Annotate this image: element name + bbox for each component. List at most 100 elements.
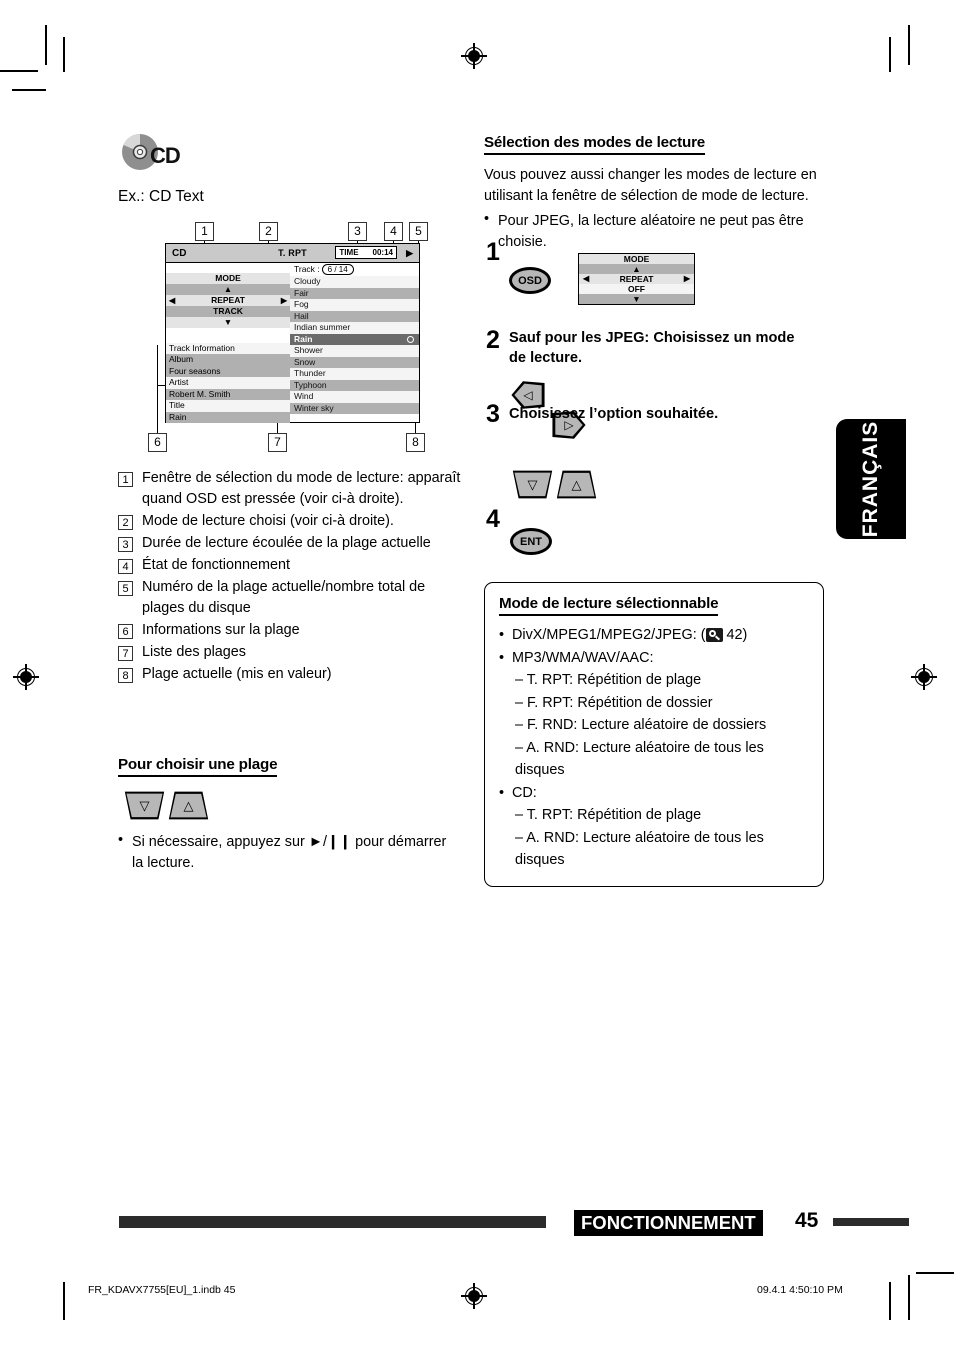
callout-tag-3: 3	[348, 222, 367, 241]
track-list-item[interactable]: Fair	[290, 287, 419, 299]
note-item-divx-text: DivX/MPEG1/MPEG2/JPEG: (	[512, 627, 706, 643]
callout-number: 6	[118, 624, 133, 639]
track-list-item[interactable]: Winter sky	[290, 402, 419, 414]
mode-right-arrow[interactable]: ▶	[281, 295, 287, 306]
popup-down-arrow: ▼	[579, 294, 694, 304]
track-list-item[interactable]: Wind	[290, 391, 419, 403]
note-subitem: – F. RND: Lecture aléatoire de dossiers	[515, 717, 767, 733]
footer-timestamp: 09.4.1 4:50:10 PM	[757, 1284, 843, 1296]
step-3-key-up[interactable]: △	[556, 470, 597, 499]
note-item-cd: • CD:	[499, 782, 809, 805]
track-list-item[interactable]: Thunder	[290, 368, 419, 380]
track-list-item[interactable]: Fog	[290, 299, 419, 311]
status-time-label: TIME	[339, 248, 359, 257]
callout-tag-4: 4	[384, 222, 403, 241]
left-pane: MODE ▲ ◀ REPEAT ▶ TRACK ▼ Track Informat…	[166, 263, 290, 423]
callout-tag-8: 8	[406, 433, 425, 452]
bullet-icon: •	[499, 627, 505, 643]
crop-mark-bottom-left-v	[63, 1282, 65, 1320]
registration-mark-top	[461, 43, 487, 69]
callout-text: Fenêtre de sélection du mode de lecture:…	[142, 470, 461, 507]
ent-key-label: ENT	[520, 535, 542, 548]
callout-item: 7 Liste des plages	[118, 642, 463, 663]
note-item-mp3: • MP3/WMA/WAV/AAC:	[499, 647, 809, 670]
note-item-mp3-text: MP3/WMA/WAV/AAC:	[512, 649, 654, 666]
track-counter-value: 6 / 14	[321, 264, 354, 275]
popup-left-arrow[interactable]: ◀	[583, 274, 589, 284]
registration-mark-left	[13, 664, 39, 690]
popup-right-arrow[interactable]: ▶	[684, 274, 690, 284]
language-side-tab: FRANÇAIS	[836, 419, 906, 539]
mode-popup-window: MODE ▲ ◀ REPEAT ▶ OFF ▼	[578, 253, 695, 305]
playmode-bullet-text: Pour JPEG, la lecture aléatoire ne peut …	[498, 213, 804, 250]
callout-text: État de fonctionnement	[142, 557, 291, 573]
note-subitem: – A. RND: Lecture aléatoire de tous les …	[515, 829, 764, 869]
footer-indb-filename: FR_KDAVX7755[EU]_1.indb 45	[88, 1284, 236, 1296]
crop-mark-top-left-v	[45, 25, 47, 65]
callout-tag-1: 1	[195, 222, 214, 241]
callout-text: Durée de lecture écoulée de la plage act…	[142, 535, 431, 551]
track-list[interactable]: Cloudy Fair Fog Hail Indian summer Rain …	[290, 276, 419, 414]
select-track-key-up[interactable]: △	[168, 791, 209, 820]
callout-item: 8 Plage actuelle (mis en valeur)	[118, 664, 463, 685]
note-item-divx: • DivX/MPEG1/MPEG2/JPEG: ( 42)	[499, 624, 809, 647]
mode-selection-window: MODE ▲ ◀ REPEAT ▶ TRACK ▼	[166, 273, 290, 328]
cd-badge: CD	[119, 133, 185, 173]
mode-item: REPEAT	[211, 295, 245, 305]
playmode-heading: Sélection des modes de lecture	[484, 134, 705, 155]
callout-tag-2: 2	[259, 222, 278, 241]
footer-rule-right	[833, 1218, 909, 1226]
registration-mark-bottom	[461, 1283, 487, 1309]
track-list-item[interactable]: Cloudy	[290, 276, 419, 288]
step-3-number: 3	[486, 400, 500, 428]
note-subitem: – T. RPT: Répétition de plage	[515, 672, 702, 688]
crop-mark-top-left-h2	[12, 89, 46, 91]
up-arrow-icon: △	[558, 472, 595, 497]
track-list-item-selected[interactable]: Rain	[290, 333, 419, 345]
mode-title: MODE	[166, 273, 290, 284]
track-list-item[interactable]: Typhoon	[290, 379, 419, 391]
track-info-value-album: Four seasons	[166, 365, 290, 377]
mode-up-arrow: ▲	[166, 284, 290, 295]
note-subitem: – F. RPT: Répétition de dossier	[515, 694, 713, 711]
leader-6v	[157, 345, 159, 433]
playmode-bullet: • Pour JPEG, la lecture aléatoire ne peu…	[484, 211, 829, 253]
select-track-note: • Si nécessaire, appuyez sur ►/❙❙ pour d…	[118, 832, 448, 874]
step-4-key-ent[interactable]: ENT	[510, 528, 552, 555]
track-list-item[interactable]: Shower	[290, 345, 419, 357]
track-info-label-album: Album	[166, 354, 290, 366]
current-track-indicator-icon	[407, 336, 414, 343]
callout-tag-5: 5	[409, 222, 428, 241]
track-counter-row: Track :6 / 14	[290, 263, 419, 276]
crop-mark-top-right-v	[889, 37, 891, 72]
osd-key-label: OSD	[518, 274, 542, 287]
footer-page-number: 45	[795, 1209, 819, 1232]
callout-item: 6 Informations sur la plage	[118, 620, 463, 641]
note-subitem: – A. RND: Lecture aléatoire de tous les …	[515, 739, 764, 779]
step-3-key-down[interactable]: ▽	[512, 470, 553, 499]
select-track-key-down[interactable]: ▽	[124, 791, 165, 820]
popup-item-row: ◀ REPEAT ▶	[579, 274, 694, 284]
language-side-tab-label: FRANÇAIS	[859, 420, 882, 538]
callout-number: 2	[118, 515, 133, 530]
track-list-item[interactable]: Indian summer	[290, 322, 419, 334]
mode-down-arrow: ▼	[166, 317, 290, 328]
callout-item: 4 État de fonctionnement	[118, 555, 463, 576]
crop-mark-right-h	[916, 1272, 954, 1274]
step-1-key-osd[interactable]: OSD	[509, 267, 551, 294]
mode-left-arrow[interactable]: ◀	[169, 295, 175, 306]
popup-value: OFF	[579, 284, 694, 294]
playmode-intro-line1: Vous pouvez aussi changer les modes de l…	[484, 167, 817, 183]
popup-item: REPEAT	[619, 274, 654, 284]
step-4-number: 4	[486, 505, 500, 533]
step-3-text: Choisissez l’option souhaitée.	[509, 406, 719, 422]
track-info-value-artist: Robert M. Smith	[166, 388, 290, 400]
track-list-item[interactable]: Snow	[290, 356, 419, 368]
callout-number: 8	[118, 668, 133, 683]
screen-status-bar: CD T. RPT TIME 00:14 ▶	[166, 244, 419, 263]
popup-up-arrow: ▲	[579, 264, 694, 274]
track-list-item[interactable]: Hail	[290, 310, 419, 322]
track-info-label-artist: Artist	[166, 377, 290, 389]
track-info-header: Track Information	[166, 342, 290, 354]
callout-number: 5	[118, 581, 133, 596]
